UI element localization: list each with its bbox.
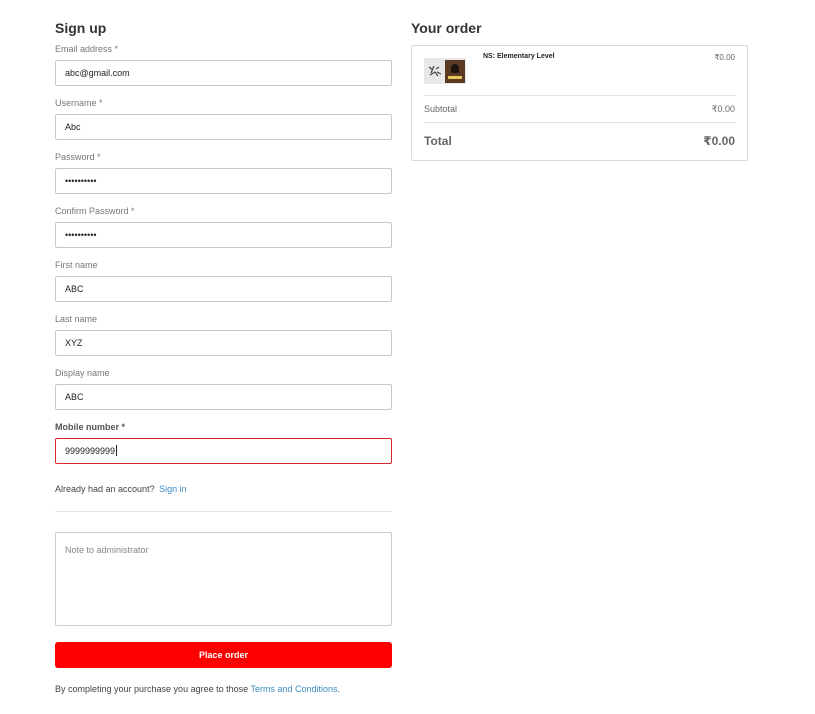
signup-title: Sign up xyxy=(55,20,107,36)
email-label: Email address * xyxy=(55,44,119,54)
divider xyxy=(55,511,392,512)
signup-form: Sign up Email address * abc@gmail.com Us… xyxy=(55,18,392,694)
product-price: ₹0.00 xyxy=(714,53,735,62)
password-label: Password * xyxy=(55,152,101,162)
display-name-input[interactable]: ABC xyxy=(55,384,392,410)
email-input[interactable]: abc@gmail.com xyxy=(55,60,392,86)
username-input[interactable]: Abc xyxy=(55,114,392,140)
confirm-password-field: Confirm Password * •••••••••• xyxy=(55,198,392,252)
display-name-field: Display name ABC xyxy=(55,360,392,414)
last-name-label: Last name xyxy=(55,314,98,324)
place-order-button[interactable]: Place order xyxy=(55,642,392,668)
terms-text: By completing your purchase you agree to… xyxy=(55,684,249,694)
display-name-label: Display name xyxy=(55,368,110,378)
divider xyxy=(424,95,736,96)
last-name-field: Last name XYZ xyxy=(55,306,392,360)
username-label: Username * xyxy=(55,98,103,108)
first-name-input[interactable]: ABC xyxy=(55,276,392,302)
password-field: Password * •••••••••• xyxy=(55,144,392,198)
first-name-field: First name ABC xyxy=(55,252,392,306)
mobile-number-label: Mobile number * xyxy=(55,422,126,432)
mobile-number-input[interactable]: 9999999999 xyxy=(55,438,392,464)
confirm-password-input[interactable]: •••••••••• xyxy=(55,222,392,248)
password-input[interactable]: •••••••••• xyxy=(55,168,392,194)
email-field: Email address * abc@gmail.com xyxy=(55,36,392,90)
total-value: ₹0.00 xyxy=(703,134,735,148)
subtotal-value: ₹0.00 xyxy=(711,104,735,114)
terms-end: . xyxy=(337,684,341,694)
note-placeholder: Note to administrator xyxy=(65,545,149,555)
mobile-number-value: 9999999999 xyxy=(65,446,116,456)
order-box: NS: Elementary Level ₹0.00 Subtotal ₹0.0… xyxy=(411,45,748,161)
sign-in-link[interactable]: Sign in xyxy=(159,484,187,494)
username-field: Username * Abc xyxy=(55,90,392,144)
subtotal-label: Subtotal xyxy=(424,104,458,114)
terms-notice: By completing your purchase you agree to… xyxy=(55,684,340,694)
confirm-password-label: Confirm Password * xyxy=(55,206,135,216)
mobile-number-field: Mobile number * 9999999999 xyxy=(55,414,392,468)
divider xyxy=(424,122,736,123)
text-cursor xyxy=(116,445,118,456)
last-name-input[interactable]: XYZ xyxy=(55,330,392,356)
note-to-administrator-textarea[interactable]: Note to administrator xyxy=(55,532,392,626)
ink-decoration-icon xyxy=(428,65,442,77)
first-name-label: First name xyxy=(55,260,98,270)
terms-link[interactable]: Terms and Conditions xyxy=(250,684,337,694)
account-prompt: Already had an account? Sign in xyxy=(55,484,187,494)
course-poster xyxy=(445,60,465,83)
product-name: NS: Elementary Level xyxy=(483,53,555,60)
total-label: Total xyxy=(424,134,452,148)
course-thumbnail xyxy=(424,58,466,84)
order-summary: Your order NS: Elementary Level ₹0.00 Su… xyxy=(411,18,748,161)
account-prompt-text: Already had an account? xyxy=(55,484,155,494)
order-title: Your order xyxy=(411,20,482,36)
